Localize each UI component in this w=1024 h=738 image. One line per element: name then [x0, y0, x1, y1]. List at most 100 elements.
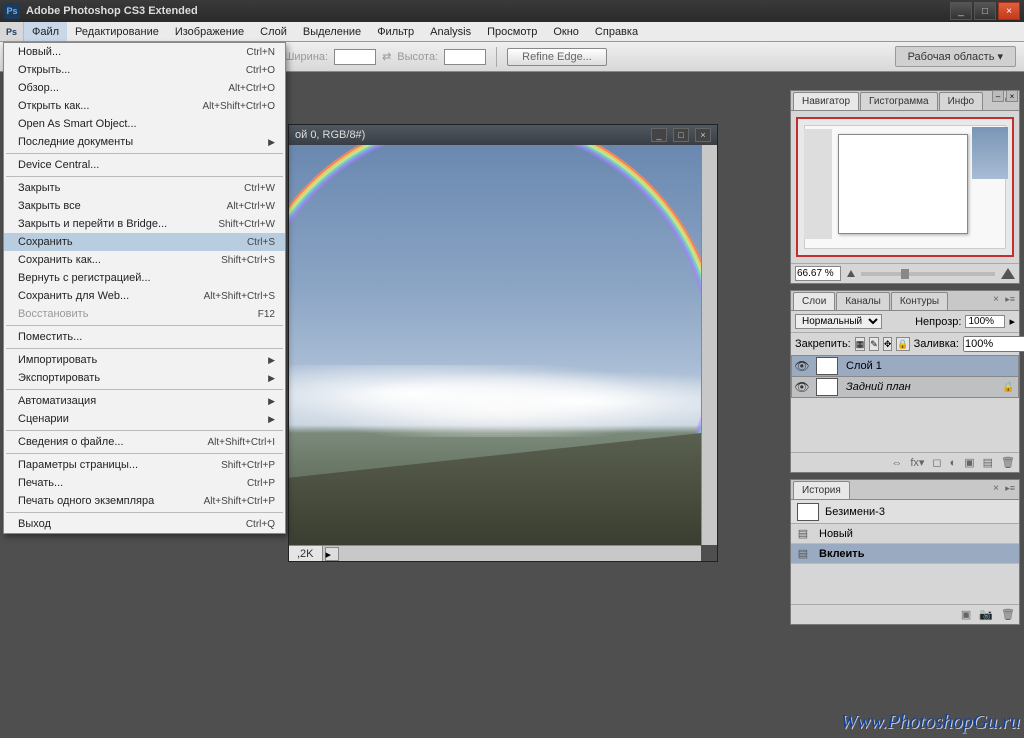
- lock-label: Закрепить:: [795, 338, 851, 350]
- menu-item[interactable]: Новый...Ctrl+N: [4, 43, 285, 61]
- menu-item[interactable]: СохранитьCtrl+S: [4, 233, 285, 251]
- tab-close-icon[interactable]: ×: [993, 483, 999, 494]
- menu-item[interactable]: Экспортировать▶: [4, 369, 285, 387]
- menu-select[interactable]: Выделение: [295, 22, 369, 41]
- menu-item[interactable]: Открыть как...Alt+Shift+Ctrl+O: [4, 97, 285, 115]
- menu-item[interactable]: Параметры страницы...Shift+Ctrl+P: [4, 456, 285, 474]
- lock-transparent-icon[interactable]: ▦: [855, 337, 866, 351]
- zoom-slider[interactable]: [861, 272, 995, 276]
- fill-input[interactable]: [963, 336, 1024, 352]
- menu-item[interactable]: Поместить...: [4, 328, 285, 346]
- width-input[interactable]: [334, 49, 376, 65]
- tab-histogram[interactable]: Гистограмма: [860, 92, 938, 110]
- link-layers-icon[interactable]: ⇔: [891, 457, 902, 469]
- history-snapshot[interactable]: Безимени-3: [791, 500, 1019, 524]
- history-row[interactable]: ▤Новый: [791, 524, 1019, 544]
- panel-minimize-icon[interactable]: –: [992, 90, 1004, 102]
- visibility-icon[interactable]: 👁: [792, 359, 812, 373]
- doc-minimize-button[interactable]: _: [651, 128, 667, 142]
- vertical-scrollbar[interactable]: [701, 145, 717, 545]
- delete-layer-icon[interactable]: 🗑: [1001, 456, 1015, 469]
- history-delete-icon[interactable]: 🗑: [1001, 608, 1015, 621]
- history-new-doc-icon[interactable]: ▣: [961, 608, 971, 621]
- menu-edit[interactable]: Редактирование: [67, 22, 167, 41]
- layers-panel: –× Слои × Каналы Контуры ▸≡ Нормальный Н…: [790, 290, 1020, 473]
- menu-window[interactable]: Окно: [545, 22, 587, 41]
- zoom-out-icon[interactable]: [847, 270, 855, 277]
- menu-view[interactable]: Просмотр: [479, 22, 545, 41]
- menu-item[interactable]: Сохранить как...Shift+Ctrl+S: [4, 251, 285, 269]
- history-list: ▤Новый▤Вклеить: [791, 524, 1019, 564]
- minimize-button[interactable]: _: [950, 2, 972, 20]
- scroll-right-icon[interactable]: ▸: [325, 547, 339, 561]
- menu-item[interactable]: ВосстановитьF12: [4, 305, 285, 323]
- mask-icon[interactable]: ◻: [932, 456, 941, 469]
- tab-info[interactable]: Инфо: [939, 92, 984, 110]
- menu-item[interactable]: Печать одного экземпляраAlt+Shift+Ctrl+P: [4, 492, 285, 510]
- tab-layers[interactable]: Слои: [793, 292, 835, 310]
- swap-icon: ⇄: [382, 50, 391, 63]
- workspace-button[interactable]: Рабочая область ▾: [895, 46, 1016, 67]
- menu-image[interactable]: Изображение: [167, 22, 252, 41]
- tab-close-icon[interactable]: ×: [993, 294, 999, 305]
- zoom-in-icon[interactable]: [1001, 268, 1015, 279]
- menu-item[interactable]: Последние документы▶: [4, 133, 285, 151]
- menu-item[interactable]: Закрыть всеAlt+Ctrl+W: [4, 197, 285, 215]
- fx-icon[interactable]: fx▾: [910, 456, 924, 469]
- visibility-icon[interactable]: 👁: [792, 380, 812, 394]
- panel-menu-icon[interactable]: ▸≡: [1005, 294, 1015, 305]
- tab-navigator[interactable]: Навигатор: [793, 92, 859, 110]
- panel-close-icon[interactable]: ×: [1006, 90, 1018, 102]
- history-snapshot-icon[interactable]: 📷: [979, 608, 993, 621]
- menu-filter[interactable]: Фильтр: [369, 22, 422, 41]
- menu-item[interactable]: Сохранить для Web...Alt+Shift+Ctrl+S: [4, 287, 285, 305]
- opacity-input[interactable]: [965, 315, 1005, 328]
- menu-help[interactable]: Справка: [587, 22, 646, 41]
- height-input[interactable]: [444, 49, 486, 65]
- history-panel: –× История × ▸≡ Безимени-3 ▤Новый▤Вклеит…: [790, 479, 1020, 625]
- menu-item[interactable]: Обзор...Alt+Ctrl+O: [4, 79, 285, 97]
- lock-all-icon[interactable]: 🔒: [896, 337, 909, 351]
- snapshot-name: Безимени-3: [825, 506, 885, 518]
- doc-close-button[interactable]: ×: [695, 128, 711, 142]
- lock-position-icon[interactable]: ✥: [883, 337, 893, 351]
- horizontal-scrollbar[interactable]: ,2K ▸: [289, 545, 701, 561]
- layer-row[interactable]: 👁Задний план🔒: [791, 376, 1019, 398]
- menu-item[interactable]: ВыходCtrl+Q: [4, 515, 285, 533]
- maximize-button[interactable]: □: [974, 2, 996, 20]
- menu-analysis[interactable]: Analysis: [422, 22, 479, 41]
- doc-maximize-button[interactable]: □: [673, 128, 689, 142]
- tab-history[interactable]: История: [793, 481, 850, 499]
- menu-layer[interactable]: Слой: [252, 22, 295, 41]
- panel-menu-icon[interactable]: ▸≡: [1005, 483, 1015, 494]
- blend-mode-select[interactable]: Нормальный: [795, 314, 882, 329]
- adjustment-icon[interactable]: ◐: [950, 457, 957, 469]
- navigator-zoom-input[interactable]: [795, 266, 841, 281]
- document-canvas[interactable]: [289, 145, 701, 545]
- group-icon[interactable]: ▣: [964, 456, 974, 469]
- menu-item[interactable]: Сведения о файле...Alt+Shift+Ctrl+I: [4, 433, 285, 451]
- history-row[interactable]: ▤Вклеить: [791, 544, 1019, 564]
- tab-paths[interactable]: Контуры: [891, 292, 948, 310]
- layer-row[interactable]: 👁Слой 1: [791, 355, 1019, 377]
- menu-item[interactable]: Вернуть с регистрацией...: [4, 269, 285, 287]
- menu-item[interactable]: Закрыть и перейти в Bridge...Shift+Ctrl+…: [4, 215, 285, 233]
- menu-item[interactable]: Импортировать▶: [4, 351, 285, 369]
- close-button[interactable]: ×: [998, 2, 1020, 20]
- new-layer-icon[interactable]: ▤: [983, 456, 993, 469]
- navigator-thumbnail[interactable]: [796, 117, 1014, 257]
- menu-item[interactable]: Автоматизация▶: [4, 392, 285, 410]
- refine-edge-button[interactable]: Refine Edge...: [507, 48, 607, 66]
- tab-channels[interactable]: Каналы: [836, 292, 890, 310]
- menu-item[interactable]: Open As Smart Object...: [4, 115, 285, 133]
- lock-pixels-icon[interactable]: ✎: [869, 337, 879, 351]
- menu-item[interactable]: Device Central...: [4, 156, 285, 174]
- menu-item[interactable]: ЗакрытьCtrl+W: [4, 179, 285, 197]
- opacity-arrow-icon[interactable]: ▸: [1009, 315, 1015, 328]
- menu-file[interactable]: Файл: [24, 22, 67, 41]
- menu-item[interactable]: Открыть...Ctrl+O: [4, 61, 285, 79]
- document-titlebar[interactable]: ой 0, RGB/8#) _ □ ×: [289, 125, 717, 145]
- menu-item[interactable]: Печать...Ctrl+P: [4, 474, 285, 492]
- menu-item[interactable]: Сценарии▶: [4, 410, 285, 428]
- panels-dock: –× Навигатор × Гистограмма Инфо ▸≡: [790, 90, 1020, 631]
